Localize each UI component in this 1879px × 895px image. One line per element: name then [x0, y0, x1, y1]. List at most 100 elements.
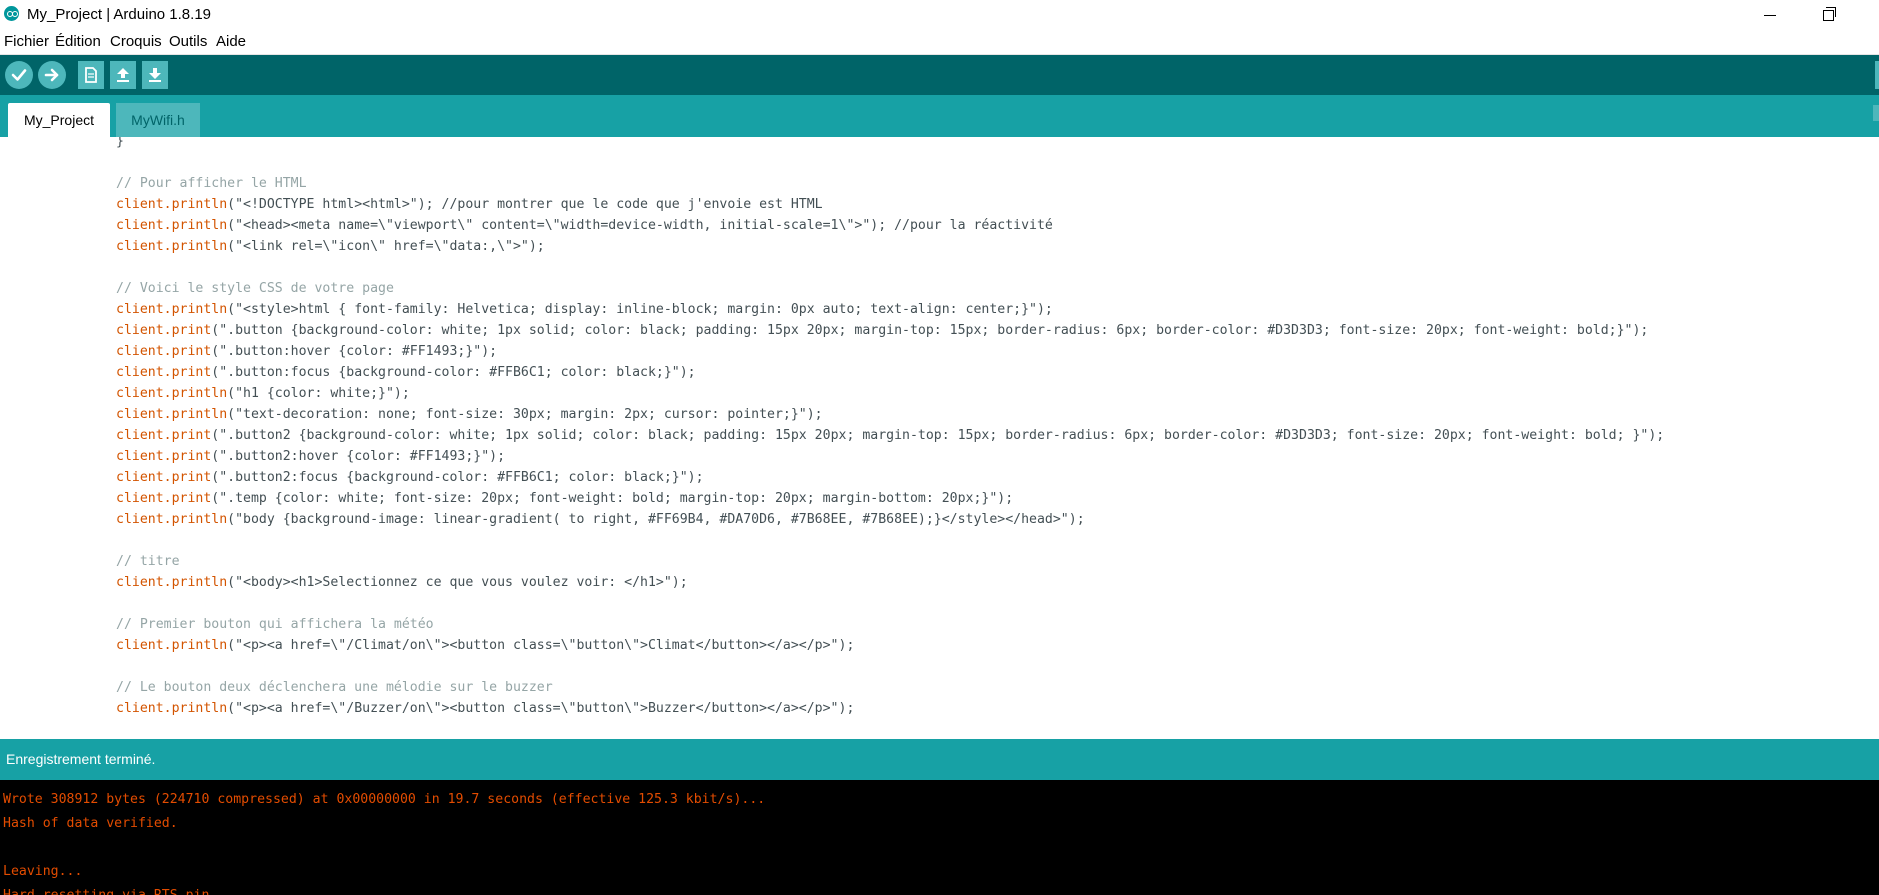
code-line: client.println("h1 {color: white;}");: [116, 383, 410, 404]
comment-text: // Pour afficher le HTML: [116, 176, 307, 191]
code-line: client.println("<p><a href=\"/Buzzer/on\…: [116, 698, 854, 719]
code-text: (".button:focus {background-color: #FFB6…: [211, 365, 696, 380]
function-keyword: client.println: [116, 239, 228, 254]
code-text: (".button:hover {color: #FF1493;}");: [211, 344, 498, 359]
menu-croquis[interactable]: Croquis: [110, 33, 162, 50]
new-button[interactable]: [78, 61, 104, 89]
code-text: (".button2 {background-color: white; 1px…: [211, 428, 1665, 443]
code-text: ("<!DOCTYPE html><html>"); //pour montre…: [227, 197, 823, 212]
status-bar: Enregistrement terminé.: [0, 739, 1879, 780]
code-text: ("<body><h1>Selectionnez ce que vous vou…: [227, 575, 688, 590]
arrow-right-icon: [44, 68, 59, 82]
comment-text: // titre: [116, 554, 180, 569]
function-keyword: client.print: [116, 344, 212, 359]
function-keyword: client.print: [116, 323, 212, 338]
toolbar: [0, 55, 1879, 95]
comment-text: // Voici le style CSS de votre page: [116, 281, 394, 296]
upload-button[interactable]: [38, 61, 66, 89]
menu-outils[interactable]: Outils: [169, 33, 207, 50]
function-keyword: client.println: [116, 218, 228, 233]
tab-my-project[interactable]: My_Project: [8, 103, 110, 137]
code-text: ("body {background-image: linear-gradien…: [227, 512, 1085, 527]
minimize-icon: [1764, 14, 1776, 16]
code-line: }: [116, 137, 124, 152]
code-editor[interactable]: }// Pour afficher le HTML client.println(…: [0, 137, 1879, 739]
checkmark-icon: [11, 69, 27, 81]
minimize-button[interactable]: [1747, 0, 1793, 30]
code-text: (".button {background-color: white; 1px …: [211, 323, 1649, 338]
arrow-up-icon: [117, 68, 129, 82]
status-message: Enregistrement terminé.: [6, 751, 156, 767]
function-keyword: client.print: [116, 491, 212, 506]
code-text: (".temp {color: white; font-size: 20px; …: [211, 491, 1014, 506]
arduino-logo-icon: [4, 6, 19, 21]
function-keyword: client.println: [116, 386, 228, 401]
code-comment-line: // Premier bouton qui affichera la météo: [116, 614, 434, 635]
code-text: ("<p><a href=\"/Buzzer/on\"><button clas…: [227, 701, 855, 716]
save-button[interactable]: [142, 61, 168, 89]
code-line: client.print(".button:hover {color: #FF1…: [116, 341, 497, 362]
restore-icon: [1822, 6, 1836, 21]
console-line: Wrote 308912 bytes (224710 compressed) a…: [3, 792, 766, 807]
code-line: client.println("<head><meta name=\"viewp…: [116, 215, 1053, 236]
function-keyword: client.println: [116, 302, 228, 317]
title-bar: My_Project | Arduino 1.8.19: [0, 0, 1879, 30]
console-line: Hard resetting via RTS pin...: [3, 888, 233, 895]
comment-text: // Le bouton deux déclenchera une mélodi…: [116, 680, 553, 695]
function-keyword: client.print: [116, 470, 212, 485]
code-line: client.print(".button {background-color:…: [116, 320, 1648, 341]
function-keyword: client.print: [116, 428, 212, 443]
code-text: (".button2:focus {background-color: #FFB…: [211, 470, 704, 485]
code-text: ("text-decoration: none; font-size: 30px…: [227, 407, 823, 422]
restore-button[interactable]: [1805, 0, 1851, 30]
serial-monitor-button[interactable]: [1875, 61, 1879, 89]
tabs-bar: My_Project MyWifi.h: [0, 95, 1879, 137]
console-line: Hash of data verified.: [3, 816, 178, 831]
function-keyword: client.println: [116, 701, 228, 716]
code-line: client.print(".button2:focus {background…: [116, 467, 704, 488]
code-line: client.println("body {background-image: …: [116, 509, 1085, 530]
new-file-icon: [85, 67, 97, 83]
code-line: client.print(".button2:hover {color: #FF…: [116, 446, 505, 467]
function-keyword: client.print: [116, 449, 212, 464]
code-text: ("<head><meta name=\"viewport\" content=…: [227, 218, 1053, 233]
arrow-down-icon: [149, 68, 161, 82]
code-line: client.print(".button:focus {background-…: [116, 362, 696, 383]
code-line: client.println("<link rel=\"icon\" href=…: [116, 236, 545, 257]
code-line: client.print(".temp {color: white; font-…: [116, 488, 1013, 509]
code-line: client.println("<style>html { font-famil…: [116, 299, 1053, 320]
code-line: client.print(".button2 {background-color…: [116, 425, 1664, 446]
code-line: client.println("<body><h1>Selectionnez c…: [116, 572, 688, 593]
code-text: (".button2:hover {color: #FF1493;}");: [211, 449, 506, 464]
code-text: ("h1 {color: white;}");: [227, 386, 410, 401]
output-console[interactable]: Wrote 308912 bytes (224710 compressed) a…: [0, 780, 1879, 895]
tab-menu-button[interactable]: [1873, 105, 1879, 121]
code-comment-line: // Voici le style CSS de votre page: [116, 278, 394, 299]
function-keyword: client.println: [116, 575, 228, 590]
function-keyword: client.println: [116, 512, 228, 527]
code-text: ("<style>html { font-family: Helvetica; …: [227, 302, 1053, 317]
function-keyword: client.println: [116, 197, 228, 212]
open-button[interactable]: [110, 61, 136, 89]
menu-bar: Fichier Édition Croquis Outils Aide: [0, 30, 1879, 55]
code-line: client.println("text-decoration: none; f…: [116, 404, 823, 425]
menu-fichier[interactable]: Fichier: [4, 33, 49, 50]
function-keyword: client.print: [116, 365, 212, 380]
code-text: }: [116, 137, 124, 149]
code-comment-line: // Pour afficher le HTML: [116, 173, 307, 194]
function-keyword: client.println: [116, 407, 228, 422]
console-line: Leaving...: [3, 864, 83, 879]
code-comment-line: // titre: [116, 551, 180, 572]
code-text: ("<link rel=\"icon\" href=\"data:,\">");: [227, 239, 545, 254]
window-title: My_Project | Arduino 1.8.19: [27, 6, 211, 23]
code-line: client.println("<p><a href=\"/Climat/on\…: [116, 635, 854, 656]
verify-button[interactable]: [5, 61, 33, 89]
code-line: client.println("<!DOCTYPE html><html>");…: [116, 194, 823, 215]
menu-edition[interactable]: Édition: [55, 33, 101, 50]
function-keyword: client.println: [116, 638, 228, 653]
comment-text: // Premier bouton qui affichera la météo: [116, 617, 434, 632]
code-text: ("<p><a href=\"/Climat/on\"><button clas…: [227, 638, 855, 653]
code-comment-line: // Le bouton deux déclenchera une mélodi…: [116, 677, 553, 698]
menu-aide[interactable]: Aide: [216, 33, 246, 50]
tab-mywifi[interactable]: MyWifi.h: [116, 103, 200, 137]
